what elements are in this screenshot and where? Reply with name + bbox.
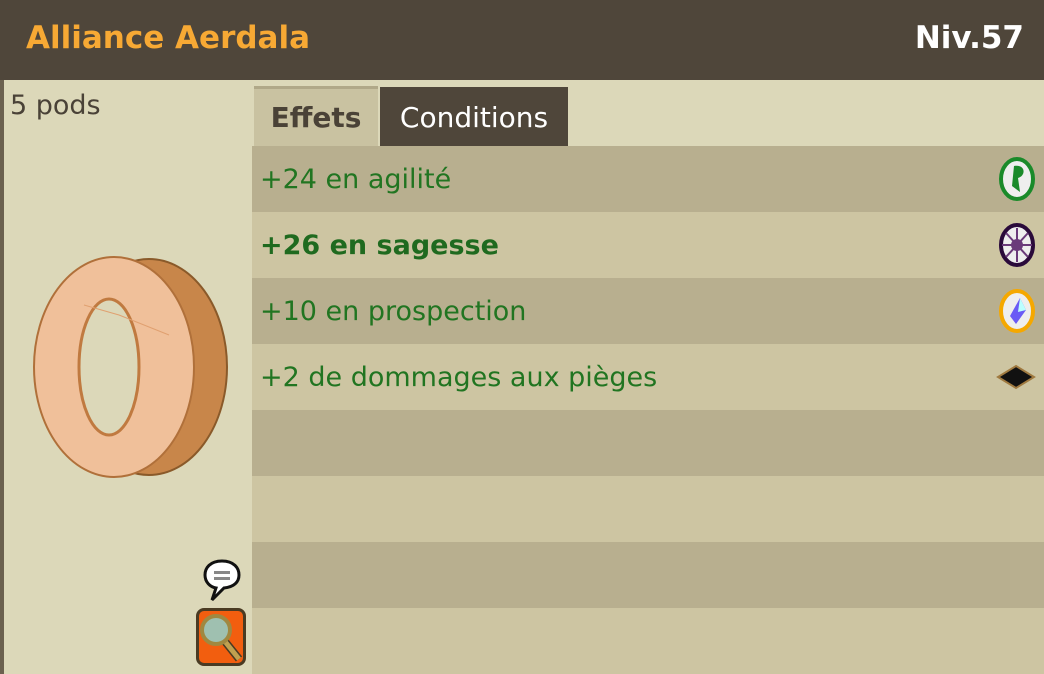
wisdom-icon (999, 223, 1035, 267)
item-weight: 5 pods (10, 90, 101, 121)
item-level: Niv.57 (914, 20, 1024, 56)
effect-text: +2 de dommages aux pièges (260, 361, 658, 393)
prospecting-icon (999, 289, 1035, 333)
chat-bubble-icon[interactable] (202, 558, 242, 603)
empty-row (252, 476, 1044, 542)
ring-image (33, 256, 228, 478)
empty-row (252, 542, 1044, 608)
effect-text: +26 en sagesse (260, 229, 499, 261)
tab-bar: Effets Conditions (252, 80, 1044, 147)
trap-damage-icon (996, 364, 1036, 390)
effects-list: +24 en agilité +26 en sagesse +10 en pro… (252, 146, 1044, 674)
inspect-button[interactable] (196, 608, 246, 666)
tab-conditions[interactable]: Conditions (380, 87, 568, 147)
effect-row: +2 de dommages aux pièges (252, 344, 1044, 410)
effect-text: +10 en prospection (260, 295, 527, 327)
tab-effets[interactable]: Effets (254, 86, 378, 146)
magnifier-icon (200, 614, 243, 662)
item-header: Alliance Aerdala Niv.57 (0, 0, 1044, 80)
item-preview-panel: 5 pods (0, 80, 252, 674)
empty-row (252, 608, 1044, 674)
effect-text: +24 en agilité (260, 163, 452, 195)
agility-icon (999, 157, 1035, 201)
effect-row: +10 en prospection (252, 278, 1044, 344)
effect-row: +24 en agilité (252, 146, 1044, 212)
item-title: Alliance Aerdala (26, 20, 311, 56)
effect-row: +26 en sagesse (252, 212, 1044, 278)
empty-row (252, 410, 1044, 476)
